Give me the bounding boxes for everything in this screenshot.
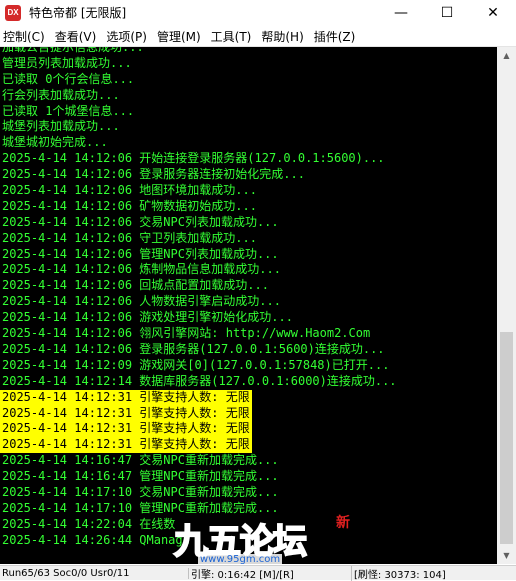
console-line: 2025-4-14 14:12:06 炼制物品信息加载成功... — [2, 262, 281, 277]
console-line: 2025-4-14 14:12:06 管理NPC列表加载成功... — [2, 246, 279, 261]
console-line: 管理员列表加载成功... — [2, 55, 132, 70]
console-line: 2025-4-14 14:12:14 数据库服务器(127.0.0.1:6000… — [2, 373, 397, 388]
menu-plugins[interactable]: 插件(Z) — [311, 28, 363, 45]
console-line: 2025-4-14 14:12:31 引擎支持人数: 无限 — [0, 437, 252, 454]
console-line: 2025-4-14 14:16:47 交易NPC重新加载完成... — [2, 453, 279, 468]
status-engine-time: 引擎: 0:16:42 [M]/[R] — [189, 565, 352, 581]
scrollbar-thumb[interactable] — [500, 332, 513, 544]
menu-bar: 控制(C) 查看(V) 选项(P) 管理(M) 工具(T) 帮助(H) 插件(Z… — [0, 26, 516, 47]
window-title: 特色帝都 [无限版] — [29, 6, 127, 20]
app-icon[interactable]: DX — [5, 4, 21, 21]
console-line: 2025-4-14 14:12:06 游戏处理引擎初始化成功... — [2, 310, 293, 325]
console-line: 2025-4-14 14:16:47 管理NPC重新加载完成... — [2, 469, 279, 484]
close-button[interactable]: ✕ — [470, 0, 516, 25]
console-line: 城堡城初始完成... — [2, 135, 108, 150]
console-line: 2025-4-14 14:17:10 管理NPC重新加载完成... — [2, 500, 279, 515]
console-line: 2025-4-14 14:12:31 引擎支持人数: 无限 — [0, 421, 252, 438]
menu-options[interactable]: 选项(P) — [103, 28, 154, 45]
console-line: 2025-4-14 14:12:09 游戏网关[0](127.0.0.1:578… — [2, 357, 390, 372]
scroll-up-icon[interactable]: ▲ — [497, 47, 516, 64]
console-lines: 加载公告提示信息成功... 管理员列表加载成功... 已读取 0个行会信息... 行会… — [0, 47, 497, 549]
console-line: 2025-4-14 14:12:31 引擎支持人数: 无限 — [0, 405, 252, 422]
console-line: 城堡列表加载成功... — [2, 119, 120, 134]
console-line: 2025-4-14 14:12:06 回城点配置加载成功... — [2, 278, 269, 293]
console-log[interactable]: 加载公告提示信息成功... 管理员列表加载成功... 已读取 0个行会信息... 行会… — [0, 47, 497, 564]
console-line: 2025-4-14 14:12:06 登录服务器(127.0.0.1:5600)… — [2, 341, 385, 356]
vertical-scrollbar[interactable]: ▲ ▼ — [497, 47, 516, 564]
console-line: 2025-4-14 14:12:06 矿物数据初始成功... — [2, 198, 257, 213]
console-line: 2025-4-14 14:12:06 交易NPC列表加载成功... — [2, 214, 279, 229]
menu-control[interactable]: 控制(C) — [0, 28, 52, 45]
console-line: 2025-4-14 14:22:04 在线数 — [2, 516, 176, 531]
status-bar: Run65/63 Soc0/0 Usr0/11 引擎: 0:16:42 [M]/… — [0, 565, 516, 581]
menu-help[interactable]: 帮助(H) — [258, 28, 310, 45]
console-line: 2025-4-14 14:17:10 交易NPC重新加载完成... — [2, 485, 279, 499]
console-line: 已读取 0个行会信息... — [2, 71, 135, 86]
title-bar[interactable]: DX 特色帝都 [无限版] — ☐ ✕ — [0, 0, 516, 25]
maximize-button[interactable]: ☐ — [424, 0, 470, 25]
console-line: 2025-4-14 14:12:06 开始连接登录服务器(127.0.0.1:5… — [2, 151, 385, 166]
menu-manage[interactable]: 管理(M) — [154, 28, 208, 45]
console-line: 2025-4-14 14:12:06 登录服务器连接初始化完成... — [2, 167, 305, 182]
console-line: 2025-4-14 14:12:06 人物数据引擎启动成功... — [2, 294, 281, 309]
console-line: 2025-4-14 14:12:06 守卫列表加载成功... — [2, 230, 257, 245]
console-line: 加载公告提示信息成功... — [2, 47, 144, 54]
status-monster-refresh: [刷怪: 30373: 104] — [354, 569, 446, 581]
status-connections: Run65/63 Soc0/0 Usr0/11 — [0, 567, 189, 579]
menu-tools[interactable]: 工具(T) — [208, 28, 259, 45]
menu-view[interactable]: 查看(V) — [52, 28, 104, 45]
minimize-button[interactable]: — — [378, 0, 424, 25]
console-line: 已读取 1个城堡信息... — [2, 103, 135, 118]
scroll-down-icon[interactable]: ▼ — [497, 547, 516, 564]
console-line: 行会列表加载成功... — [2, 87, 120, 102]
console-line: 2025-4-14 14:12:31 引擎支持人数: 无限 — [0, 389, 252, 406]
console-line: 2025-4-14 14:12:06 翎风引擎网站: http://www.Ha… — [2, 326, 371, 341]
console-line: 2025-4-14 14:12:06 地图环境加载成功... — [2, 183, 257, 198]
console-line: 2025-4-14 14:26:44 QManage — [2, 532, 190, 547]
